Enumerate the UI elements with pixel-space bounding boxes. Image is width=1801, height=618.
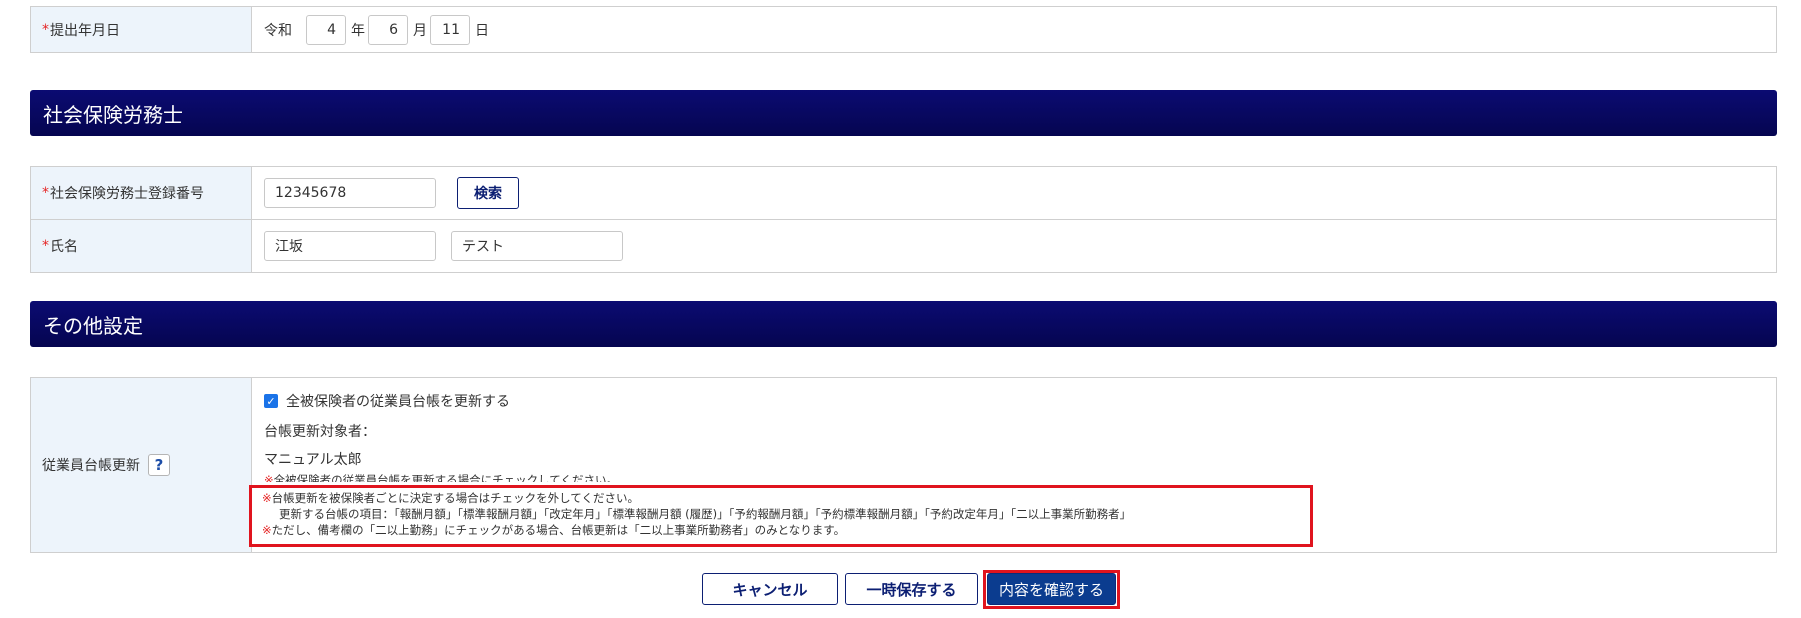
target-name: マニュアル太郎	[264, 452, 362, 468]
name-value	[252, 220, 1776, 272]
sharoushi-section-header: 社会保険労務士	[30, 90, 1777, 136]
ledger-checkbox-group[interactable]: ✓ 全被保険者の従業員台帳を更新する	[264, 391, 510, 411]
era-label: 令和	[264, 22, 292, 39]
day-unit: 日	[475, 22, 489, 39]
section-title: その他設定	[43, 313, 143, 338]
year-input[interactable]	[306, 14, 346, 45]
note-mark: ※	[262, 491, 272, 505]
required-mark: *	[42, 21, 49, 38]
search-button[interactable]: 検索	[457, 177, 519, 209]
other-settings-section-header: その他設定	[30, 301, 1777, 347]
required-mark: *	[42, 238, 49, 254]
cancel-button[interactable]: キャンセル	[702, 573, 838, 605]
note-line-4: ※ただし、備考欄の「二以上勤務」にチェックがある場合、台帳更新は「二以上事業所勤…	[262, 523, 846, 537]
registration-number-value: 検索	[252, 167, 1776, 219]
submission-date-table: *提出年月日 令和 年 月 日	[30, 6, 1777, 53]
required-mark: *	[42, 185, 49, 201]
last-name-input[interactable]	[264, 231, 436, 261]
note-mark: ※	[262, 523, 272, 537]
registration-number-input[interactable]	[264, 178, 436, 208]
confirm-button[interactable]: 内容を確認する	[987, 573, 1116, 605]
submission-date-row: *提出年月日 令和 年 月 日	[31, 7, 1776, 52]
note-mark: ※	[264, 473, 274, 482]
ledger-checkbox-label[interactable]: 全被保険者の従業員台帳を更新する	[286, 391, 510, 411]
note-line-1: ※全被保険者の従業員台帳を更新する場合にチェックしてください。	[264, 473, 618, 482]
name-label: * 氏名	[31, 220, 252, 272]
help-icon[interactable]: ?	[148, 454, 170, 476]
section-title: 社会保険労務士	[43, 102, 183, 127]
day-input[interactable]	[430, 14, 470, 45]
month-input[interactable]	[368, 14, 408, 45]
note-line-2: ※台帳更新を被保険者ごとに決定する場合はチェックを外してください。	[262, 491, 639, 505]
name-row: * 氏名	[31, 220, 1776, 272]
note-line-3: 更新する台帳の項目：「報酬月額」「標準報酬月額」「改定年月」「標準報酬月額 (履…	[279, 507, 1132, 521]
sharoushi-table: *社会保険労務士登録番号 検索 *氏名	[30, 166, 1777, 273]
first-name-input[interactable]	[451, 231, 623, 261]
highlight-box: ※台帳更新を被保険者ごとに決定する場合はチェックを外してください。 更新する台帳…	[249, 485, 1313, 547]
registration-number-row: *社会保険労務士登録番号 検索	[31, 167, 1776, 220]
submission-date-label: * 提出年月日	[31, 7, 252, 52]
year-unit: 年	[351, 22, 365, 39]
registration-number-label: * 社会保険労務士登録番号	[31, 167, 252, 219]
ledger-update-value: ✓ 全被保険者の従業員台帳を更新する 台帳更新対象者： マニュアル太郎 ※全被保…	[249, 378, 1776, 552]
ledger-update-label: 従業員台帳更新 ?	[31, 378, 252, 552]
temporary-save-button[interactable]: 一時保存する	[845, 573, 978, 605]
target-label: 台帳更新対象者：	[264, 424, 376, 440]
other-settings-table: 従業員台帳更新 ? ✓ 全被保険者の従業員台帳を更新する 台帳更新対象者： マニ…	[30, 377, 1777, 553]
submission-date-value: 令和 年 月 日	[252, 7, 1776, 52]
checkbox-checked-icon[interactable]: ✓	[264, 394, 278, 408]
month-unit: 月	[413, 22, 427, 39]
ledger-update-row: 従業員台帳更新 ? ✓ 全被保険者の従業員台帳を更新する 台帳更新対象者： マニ…	[31, 378, 1776, 552]
